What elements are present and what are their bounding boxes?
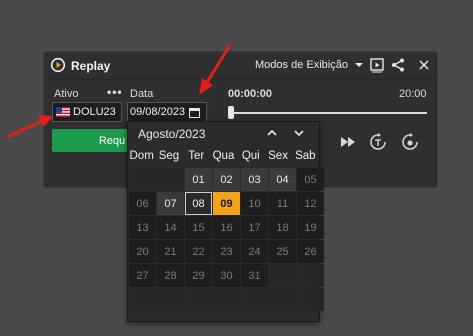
calendar-day[interactable]: 07 (157, 192, 184, 215)
weekday-label: Qui (241, 150, 260, 162)
date-value: 09/08/2023 (130, 106, 186, 118)
calendar-day: 30 (213, 264, 240, 287)
calendar-day[interactable]: 09 (213, 192, 240, 215)
calendar-day: 11 (269, 192, 296, 215)
timeline-track[interactable] (230, 112, 427, 114)
calendar-day[interactable]: 04 (269, 168, 296, 191)
us-flag-icon (56, 107, 70, 117)
display-modes-dropdown[interactable]: Modos de Exibição (255, 59, 363, 71)
chevron-down-icon[interactable] (292, 127, 306, 139)
weekday-label: Qua (212, 150, 235, 162)
calendar-day: 10 (241, 192, 268, 215)
calendar-empty-cell (297, 264, 324, 287)
red-arrow-icon (199, 44, 232, 95)
asset-label: Ativo (54, 88, 79, 100)
calendar-day[interactable]: 03 (241, 168, 268, 191)
calendar-day: 14 (157, 216, 184, 239)
calendar-empty-cell (269, 288, 296, 311)
time-start: 00:00:00 (228, 88, 273, 100)
date-label: Data (130, 88, 154, 100)
calendar-header: Agosto/2023 (128, 122, 319, 146)
calendar-month-title: Agosto/2023 (138, 127, 206, 141)
calendar-day: 25 (269, 240, 296, 263)
time-end: 20:00 (399, 88, 427, 100)
calendar-day: 27 (129, 264, 156, 287)
calendar-day: 23 (213, 240, 240, 263)
asset-input[interactable]: DOLU23 (52, 102, 122, 122)
calendar-day: 05 (297, 168, 324, 191)
calendar-day: 29 (185, 264, 212, 287)
weekday-label: Ter (188, 150, 205, 162)
weekday-label: Dom (129, 150, 154, 162)
calendar-day: 20 (129, 240, 156, 263)
calendar-day: 17 (241, 216, 268, 239)
calendar-day: 12 (297, 192, 324, 215)
fast-forward-icon[interactable] (338, 132, 358, 152)
replay-icon (50, 57, 66, 73)
calendar-day: 19 (297, 216, 324, 239)
calendar-empty-cell (185, 288, 212, 311)
timeline-thumb[interactable] (228, 106, 234, 119)
calendar-day[interactable]: 02 (213, 168, 240, 191)
date-input[interactable]: 09/08/2023 (127, 102, 207, 122)
calendar-day[interactable]: 08 (185, 192, 212, 215)
calendar-day: 28 (157, 264, 184, 287)
calendar-day[interactable]: 01 (185, 168, 212, 191)
close-icon[interactable] (416, 57, 432, 73)
calendar-day: 06 (129, 192, 156, 215)
display-modes-label: Modos de Exibição (255, 59, 348, 71)
share-icon[interactable] (390, 57, 406, 73)
calendar-day: 24 (241, 240, 268, 263)
weekday-label: Seg (158, 150, 180, 162)
step-icon[interactable] (368, 132, 388, 152)
chevron-down-icon (354, 63, 363, 67)
calendar-day: 18 (269, 216, 296, 239)
calendar-empty-cell (129, 288, 156, 311)
date-picker-popup: Agosto/2023 Dom Seg Ter Qua Qui Sex Sab 01 02 03… (127, 121, 324, 322)
calendar-empty-cell (297, 288, 324, 311)
display-mode-icon[interactable] (369, 57, 385, 73)
chevron-up-icon[interactable] (265, 127, 279, 139)
calendar-day: 13 (129, 216, 156, 239)
calendar-icon[interactable] (189, 107, 201, 118)
speed-icon[interactable] (400, 132, 420, 152)
calendar-day: 26 (297, 240, 324, 263)
panel-title: Replay (71, 59, 111, 73)
calendar-empty-cell (269, 264, 296, 287)
calendar-weekdays: Dom Seg Ter Qua Qui Sex Sab (128, 150, 319, 162)
asset-value: DOLU23 (73, 106, 116, 118)
weekday-label: Sex (268, 150, 288, 162)
weekday-label: Sab (295, 150, 316, 162)
more-options-button[interactable]: ••• (107, 85, 123, 99)
calendar-empty-cell (241, 288, 268, 311)
calendar-empty-cell (129, 168, 156, 191)
calendar-day: 16 (213, 216, 240, 239)
replay-titlebar: Replay Modos de Exibição (44, 52, 437, 79)
calendar-empty-cell (157, 288, 184, 311)
calendar-empty-cell (157, 168, 184, 191)
calendar-day: 22 (185, 240, 212, 263)
calendar-day: 21 (157, 240, 184, 263)
calendar-day: 15 (185, 216, 212, 239)
calendar-day: 31 (241, 264, 268, 287)
calendar-grid: 01 02 03 04 05 06 07 08 09 10 11 12 13 14 15 16 17 18 19 20… (128, 168, 324, 311)
titlebar-divider (44, 79, 437, 80)
red-arrow-icon (6, 115, 53, 139)
calendar-empty-cell (213, 288, 240, 311)
